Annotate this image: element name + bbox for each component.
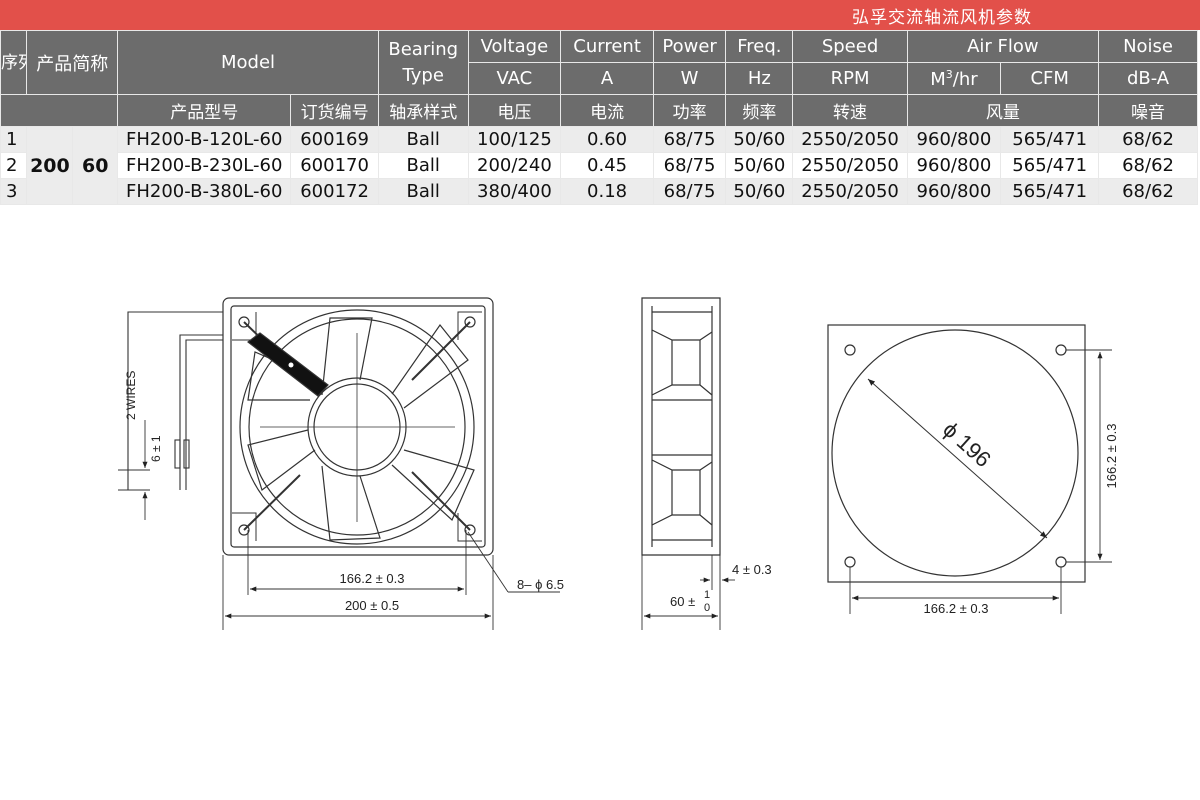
dim-depth-tol-lower: 0: [704, 602, 710, 614]
dim-depth: 60 ±: [670, 594, 695, 609]
dim-hole-pitch: 166.2 ± 0.3: [340, 571, 405, 586]
wire-strut-mark: [288, 362, 294, 368]
technical-drawing: 166.2 ± 0.3 200 ± 0.5 8– ϕ 6.5 2 WIRES 6…: [118, 297, 1119, 630]
dim-cutout-pitch-h: 166.2 ± 0.3: [924, 601, 989, 616]
panel-cutout-view: [827, 324, 1112, 614]
wire-strut: [247, 332, 329, 397]
dim-flange: 4 ± 0.3: [732, 562, 772, 577]
dim-depth-tol-upper: 1: [704, 589, 710, 601]
dim-hole-spec: 8– ϕ 6.5: [517, 577, 564, 592]
lead-wires: [127, 311, 223, 490]
dim-cutout-pitch-v: 166.2 ± 0.3: [1104, 424, 1119, 489]
label-wires: 2 WIRES: [124, 371, 138, 420]
dim-outer-size: 200 ± 0.5: [345, 598, 399, 613]
dim-cutout-dia: ϕ 196: [938, 417, 996, 472]
fan-front-view: [127, 297, 494, 556]
fan-side-view: [641, 297, 735, 630]
dim-wire: 6 ± 1: [149, 435, 163, 462]
